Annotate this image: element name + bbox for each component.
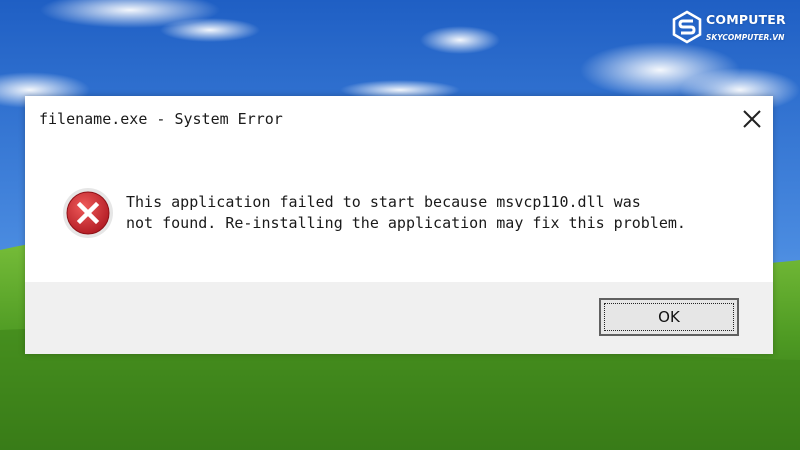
- logo-mark-icon: [672, 10, 702, 44]
- close-icon: [743, 110, 761, 128]
- ok-button[interactable]: OK: [599, 298, 739, 336]
- error-message-line-2: not found. Re-installing the application…: [126, 214, 686, 232]
- error-icon: [63, 188, 113, 238]
- ok-button-label: OK: [658, 308, 680, 326]
- close-button[interactable]: [737, 104, 767, 134]
- watermark-brand-text: COMPUTER: [706, 12, 786, 27]
- dialog-footer: OK: [25, 282, 773, 354]
- error-message-line-1: This application failed to start because…: [126, 193, 641, 211]
- error-message: This application failed to start because…: [126, 192, 756, 234]
- dialog-title: filename.exe - System Error: [39, 110, 283, 128]
- watermark-url-text: SKYCOMPUTER.VN: [706, 33, 785, 42]
- watermark-logo: COMPUTER SKYCOMPUTER.VN: [670, 10, 795, 50]
- system-error-dialog: filename.exe - System Error This applica…: [25, 96, 773, 354]
